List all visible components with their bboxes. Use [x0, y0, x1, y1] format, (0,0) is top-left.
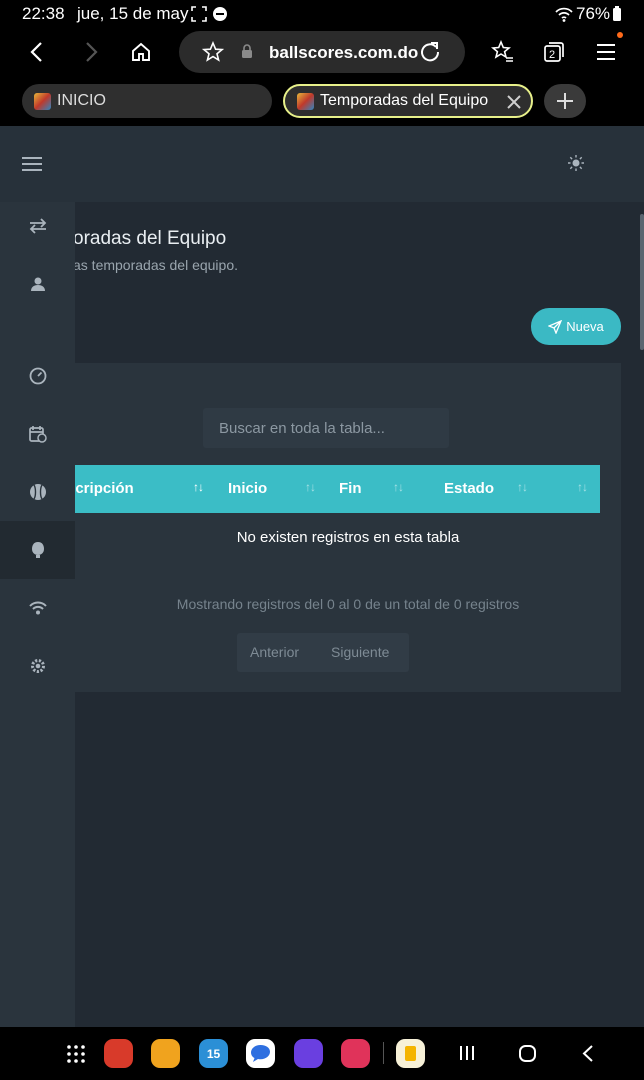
- sidebar-item-swap[interactable]: [0, 197, 75, 255]
- bookmark-star-icon[interactable]: [202, 41, 224, 63]
- bookmarks-button[interactable]: [485, 34, 521, 70]
- sort-arrows-icon[interactable]: ↑↓: [193, 480, 204, 494]
- wifi-icon: [28, 601, 47, 615]
- calendar-clock-icon: [28, 426, 47, 443]
- android-navigation-bar: 15: [0, 1027, 644, 1080]
- baseball-icon: [29, 484, 46, 500]
- dashboard-gauge-icon: [29, 367, 46, 385]
- tab-inicio[interactable]: INICIO: [22, 84, 272, 118]
- column-inicio[interactable]: Inicio: [228, 480, 267, 497]
- table-search-input[interactable]: [203, 408, 449, 448]
- new-tab-button[interactable]: [544, 84, 586, 118]
- plus-icon: [557, 93, 573, 109]
- theme-toggle-button[interactable]: [566, 153, 586, 173]
- page-title: oradas del Equipo: [73, 228, 227, 249]
- reload-icon[interactable]: [419, 41, 441, 63]
- tab-label: INICIO: [57, 92, 106, 109]
- page-subtitle: as temporadas del equipo.: [73, 257, 238, 273]
- sun-icon: [568, 155, 584, 171]
- site-favicon-icon: [34, 92, 51, 110]
- internet-app-icon[interactable]: [294, 1039, 323, 1068]
- chat-bubble-icon: [251, 1045, 270, 1062]
- tab-temporadas[interactable]: Temporadas del Equipo: [283, 84, 533, 118]
- sidebar-item-games[interactable]: [0, 463, 75, 521]
- do-not-disturb-icon: [213, 7, 227, 21]
- trophy-icon: [31, 542, 44, 558]
- sidebar-item-profile[interactable]: [0, 255, 75, 313]
- empty-table-message: No existen registros en esta tabla: [236, 529, 460, 546]
- home-button[interactable]: [123, 34, 159, 70]
- status-bar: 22:38 jue, 15 de may 76%: [0, 0, 644, 28]
- paper-plane-icon: [548, 319, 563, 334]
- close-tab-icon[interactable]: [506, 94, 522, 110]
- table-info: Mostrando registros del 0 al 0 de un tot…: [176, 596, 520, 612]
- sort-arrows-icon[interactable]: ↑↓: [577, 480, 588, 494]
- tab-strip: INICIO Temporadas del Equipo: [0, 78, 644, 126]
- address-bar[interactable]: ballscores.com.do: [179, 31, 465, 73]
- messages-app-icon[interactable]: [246, 1039, 275, 1068]
- star-list-icon: [491, 40, 513, 62]
- top-navbar: [0, 126, 644, 202]
- sort-arrows-icon[interactable]: ↑↓: [393, 480, 404, 494]
- chevron-left-icon: [30, 42, 42, 62]
- files-app-icon[interactable]: [151, 1039, 180, 1068]
- status-date: jue, 15 de may: [77, 4, 189, 23]
- recent-apps-icon[interactable]: [458, 1044, 476, 1062]
- column-fin[interactable]: Fin: [339, 480, 362, 497]
- sidebar-item-seasons[interactable]: [0, 521, 75, 579]
- new-season-button[interactable]: Nueva: [531, 308, 621, 345]
- page-scrollbar[interactable]: [640, 214, 644, 350]
- sort-arrows-icon[interactable]: ↑↓: [305, 480, 316, 494]
- table-header: scripción ↑↓ Inicio ↑↓ Fin ↑↓ Estado ↑↓ …: [67, 465, 600, 513]
- web-page: ( oradas del Equipo as temporadas del eq…: [0, 126, 644, 1027]
- pagination: Anterior Siguiente: [237, 633, 409, 672]
- sidebar-item-settings[interactable]: [0, 637, 75, 695]
- settings-gear-icon: [30, 659, 45, 673]
- keep-app-icon[interactable]: [396, 1039, 425, 1068]
- home-icon: [132, 42, 150, 61]
- sidebar: [0, 202, 75, 1027]
- tab-label: Temporadas del Equipo: [320, 92, 489, 109]
- notification-dot: [617, 32, 623, 38]
- status-time: 22:38: [22, 4, 65, 23]
- browser-toolbar: ballscores.com.do 2: [0, 28, 644, 78]
- new-button-label: Nueva: [566, 319, 604, 334]
- keep-note-icon: [405, 1046, 416, 1061]
- user-icon: [30, 277, 45, 291]
- swap-arrows-icon: [29, 218, 46, 234]
- column-estado[interactable]: Estado: [444, 480, 494, 497]
- column-descripcion[interactable]: scripción: [67, 480, 134, 497]
- url-text[interactable]: ballscores.com.do: [269, 43, 418, 63]
- back-button[interactable]: [20, 34, 56, 70]
- flipboard-app-icon[interactable]: [104, 1039, 133, 1068]
- svg-text:2: 2: [549, 49, 555, 61]
- tabs-button[interactable]: 2: [536, 34, 572, 70]
- next-page-button[interactable]: Siguiente: [331, 644, 389, 660]
- back-nav-icon[interactable]: [581, 1044, 595, 1063]
- wifi-signal-icon: [555, 7, 573, 22]
- screenshot-frame-icon: [191, 6, 207, 22]
- dock-divider: [383, 1042, 384, 1064]
- sidebar-item-dashboard[interactable]: [0, 347, 75, 405]
- sidebar-toggle-button[interactable]: [20, 154, 44, 174]
- table-card: scripción ↑↓ Inicio ↑↓ Fin ↑↓ Estado ↑↓ …: [67, 363, 621, 692]
- tab-count-icon: 2: [544, 42, 564, 62]
- sort-arrows-icon[interactable]: ↑↓: [517, 480, 528, 494]
- sidebar-item-network[interactable]: [0, 579, 75, 637]
- site-favicon-icon: [297, 92, 314, 110]
- camera-app-icon[interactable]: [341, 1039, 370, 1068]
- forward-button[interactable]: [72, 34, 108, 70]
- hamburger-menu-icon: [597, 44, 615, 60]
- menu-button[interactable]: [588, 34, 624, 70]
- hamburger-icon: [22, 157, 42, 171]
- previous-page-button[interactable]: Anterior: [250, 644, 299, 660]
- home-nav-icon[interactable]: [518, 1044, 537, 1063]
- chevron-right-icon: [86, 42, 98, 62]
- sidebar-item-calendar[interactable]: [0, 405, 75, 463]
- battery-icon: [613, 6, 621, 21]
- app-grid-icon[interactable]: [66, 1044, 86, 1064]
- lock-icon: [242, 44, 252, 58]
- calendar-app-icon[interactable]: 15: [199, 1039, 228, 1068]
- battery-level: 76%: [576, 4, 611, 23]
